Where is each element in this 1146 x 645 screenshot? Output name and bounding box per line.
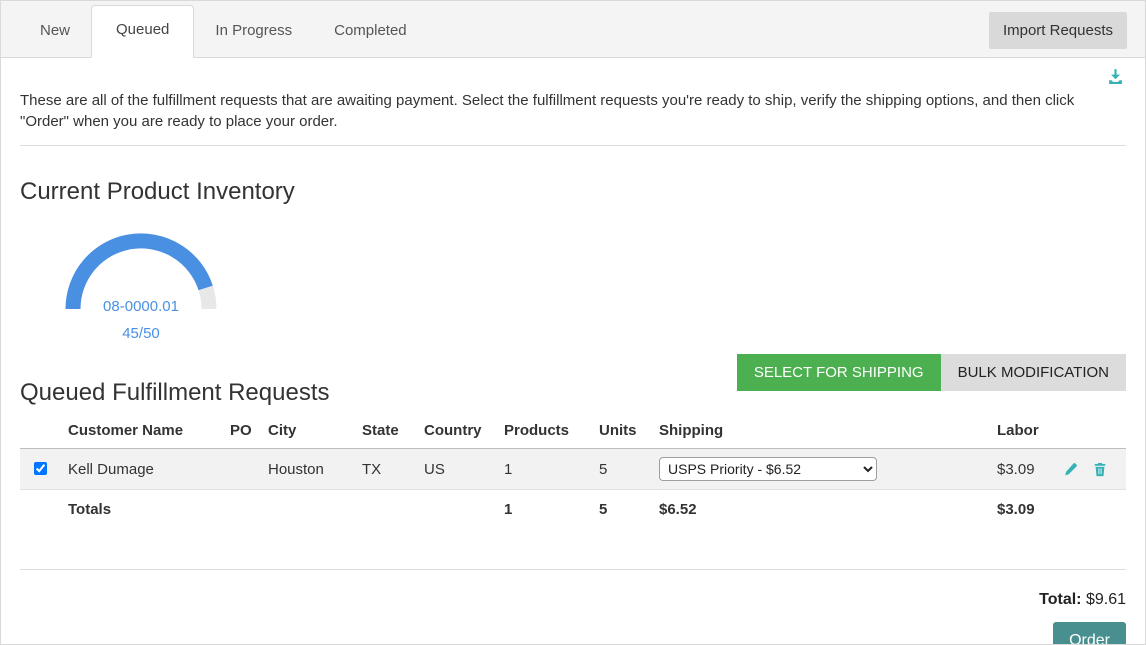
cell-state: TX — [358, 449, 420, 490]
gauge-value-label: 45/50 — [122, 325, 160, 342]
cell-customer-name: Kell Dumage — [64, 449, 226, 490]
row-select-checkbox[interactable] — [34, 462, 47, 475]
cell-country: US — [420, 449, 500, 490]
totals-label: Totals — [64, 490, 226, 530]
divider — [20, 569, 1126, 570]
table-header-row: Customer Name PO City State Country Prod… — [20, 412, 1126, 449]
col-labor: Labor — [993, 412, 1059, 449]
bulk-modification-button[interactable]: BULK MODIFICATION — [941, 354, 1126, 391]
divider — [20, 145, 1126, 146]
table-row: Kell Dumage Houston TX US 1 5 USPS Prior… — [20, 449, 1126, 490]
tab-bar: New Queued In Progress Completed Import … — [1, 1, 1145, 58]
content-area: These are all of the fulfillment request… — [1, 58, 1145, 645]
cell-labor: $3.09 — [993, 449, 1059, 490]
col-checkbox — [20, 412, 64, 449]
tab-in-progress[interactable]: In Progress — [194, 6, 313, 57]
col-actions — [1059, 412, 1126, 449]
col-customer-name: Customer Name — [64, 412, 226, 449]
queue-action-buttons: SELECT FOR SHIPPING BULK MODIFICATION — [737, 354, 1126, 391]
queue-table: Customer Name PO City State Country Prod… — [20, 412, 1126, 529]
totals-shipping: $6.52 — [655, 490, 993, 530]
cell-products: 1 — [500, 449, 595, 490]
intro-text: These are all of the fulfillment request… — [20, 90, 1126, 132]
col-units: Units — [595, 412, 655, 449]
select-for-shipping-button[interactable]: SELECT FOR SHIPPING — [737, 354, 941, 391]
cell-city: Houston — [264, 449, 358, 490]
totals-row: Totals 1 5 $6.52 $3.09 — [20, 490, 1126, 530]
totals-products: 1 — [500, 490, 595, 530]
inventory-gauge: 08-0000.01 45/50 — [36, 221, 248, 350]
grand-total: Total: $9.61 — [20, 591, 1126, 609]
col-country: Country — [420, 412, 500, 449]
tab-new[interactable]: New — [19, 6, 91, 57]
shipping-option-select[interactable]: USPS Priority - $6.52 — [659, 457, 877, 481]
col-po: PO — [226, 412, 264, 449]
order-row: Order — [20, 622, 1126, 645]
toolbar-row — [20, 58, 1126, 86]
grand-total-label: Total: — [1039, 591, 1081, 608]
cell-units: 5 — [595, 449, 655, 490]
delete-row-icon[interactable] — [1093, 461, 1118, 478]
totals-labor: $3.09 — [993, 490, 1059, 530]
import-requests-button[interactable]: Import Requests — [989, 12, 1127, 49]
gauge-product-label: 08-0000.01 — [103, 298, 179, 315]
col-state: State — [358, 412, 420, 449]
order-button[interactable]: Order — [1053, 622, 1126, 645]
tab-queued[interactable]: Queued — [91, 5, 194, 58]
col-shipping: Shipping — [655, 412, 993, 449]
queue-title: Queued Fulfillment Requests — [20, 380, 330, 406]
download-icon[interactable] — [1107, 72, 1124, 89]
fulfillment-page: New Queued In Progress Completed Import … — [0, 0, 1146, 645]
totals-units: 5 — [595, 490, 655, 530]
cell-po — [226, 449, 264, 490]
tab-completed[interactable]: Completed — [313, 6, 428, 57]
grand-total-value: $9.61 — [1086, 591, 1126, 608]
gauge-arc-track — [206, 288, 209, 309]
edit-row-icon[interactable] — [1063, 461, 1093, 478]
queue-header: Queued Fulfillment Requests SELECT FOR S… — [20, 354, 1126, 402]
col-products: Products — [500, 412, 595, 449]
col-city: City — [264, 412, 358, 449]
inventory-title: Current Product Inventory — [20, 179, 1126, 205]
